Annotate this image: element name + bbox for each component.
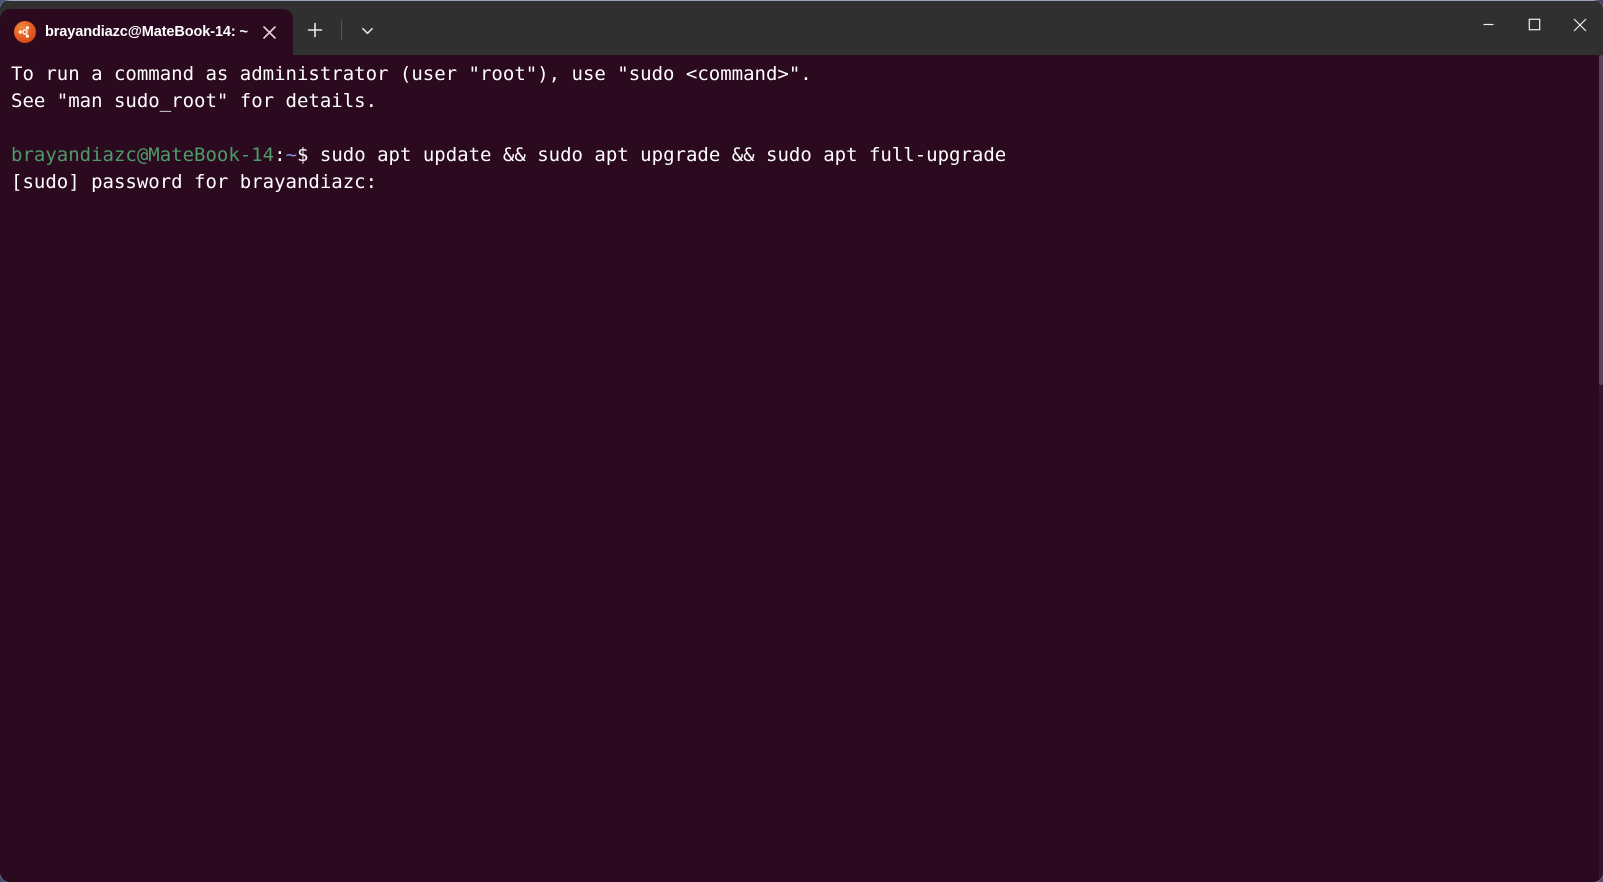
terminal-line: brayandiazc@MateBook-14:~$ sudo apt upda… xyxy=(11,142,1603,169)
tab-close-icon[interactable] xyxy=(257,19,283,45)
maximize-button[interactable] xyxy=(1511,1,1557,48)
close-window-button[interactable] xyxy=(1557,1,1603,48)
terminal-text-segment: brayandiazc@MateBook-14 xyxy=(11,144,275,166)
terminal-text-segment: [sudo] password for brayandiazc: xyxy=(11,171,378,193)
terminal-tab[interactable]: brayandiazc@MateBook-14: ~ xyxy=(0,9,293,55)
tab-strip: brayandiazc@MateBook-14: ~ xyxy=(0,0,390,55)
desktop-backdrop: brayandiazc@MateBook-14: ~ To run a comm… xyxy=(0,0,1603,882)
tab-actions xyxy=(293,7,390,55)
terminal-text-segment: See "man sudo_root" for details. xyxy=(11,90,378,112)
terminal-text-segment: ~ xyxy=(285,144,298,166)
terminal-text-segment: $ sudo apt update && sudo apt upgrade &&… xyxy=(297,144,1007,166)
ubuntu-logo-icon xyxy=(14,21,36,43)
terminal-window: brayandiazc@MateBook-14: ~ To run a comm… xyxy=(0,0,1603,882)
minimize-button[interactable] xyxy=(1465,1,1511,48)
toolbar-separator xyxy=(340,20,342,40)
tab-title: brayandiazc@MateBook-14: ~ xyxy=(45,24,248,40)
chevron-down-icon[interactable] xyxy=(348,13,388,47)
terminal-text-segment: : xyxy=(274,144,286,166)
terminal-line: [sudo] password for brayandiazc: xyxy=(11,169,1603,196)
terminal-screen: To run a command as administrator (user … xyxy=(11,61,1603,196)
title-bar[interactable]: brayandiazc@MateBook-14: ~ xyxy=(0,0,1603,55)
new-tab-button[interactable] xyxy=(295,13,335,47)
title-bar-drag-area[interactable] xyxy=(390,0,1465,55)
scrollbar-thumb[interactable] xyxy=(1599,55,1603,385)
terminal-scrollbar[interactable] xyxy=(1599,55,1603,882)
terminal-output-area[interactable]: To run a command as administrator (user … xyxy=(0,55,1603,882)
terminal-line: To run a command as administrator (user … xyxy=(11,61,1603,88)
terminal-text-segment: To run a command as administrator (user … xyxy=(11,63,812,85)
window-controls xyxy=(1465,1,1603,48)
terminal-line: See "man sudo_root" for details. xyxy=(11,88,1603,115)
